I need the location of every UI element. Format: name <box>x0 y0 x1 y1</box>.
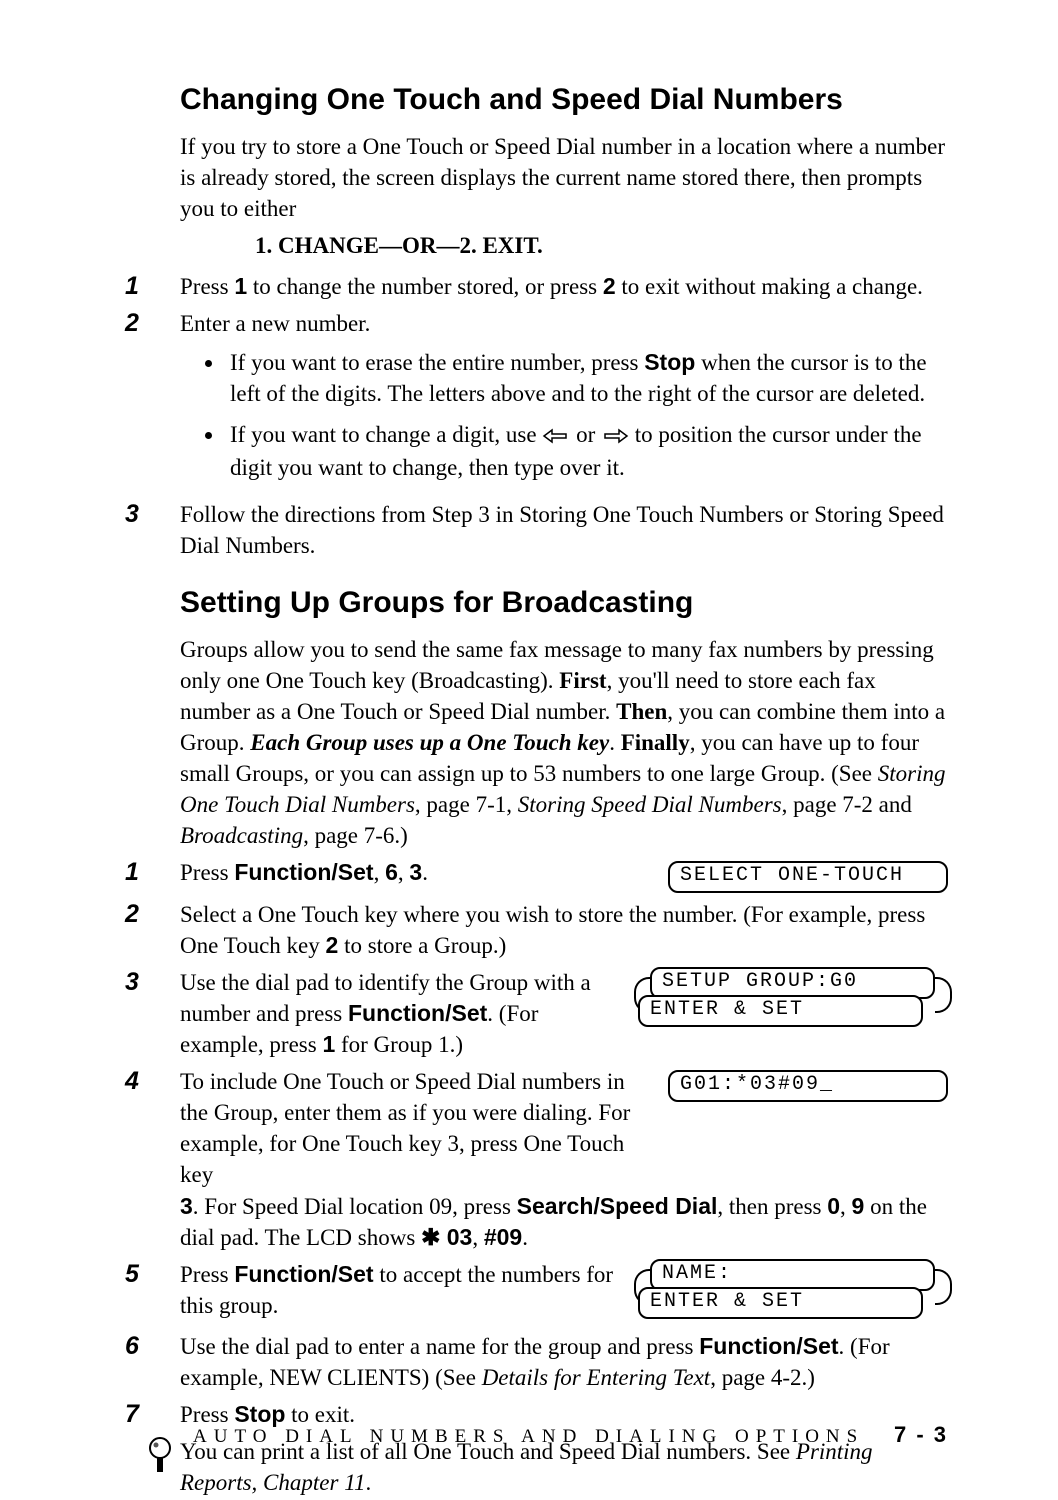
step-number: 2 <box>125 899 180 929</box>
right-arrow-icon <box>601 421 629 452</box>
step-body: To include One Touch or Speed Dial numbe… <box>180 1066 948 1252</box>
step-number: 3 <box>125 967 180 997</box>
steps-list-2: 1 Press Function/Set, 6, 3. SELECT ONE-T… <box>125 857 948 1430</box>
heading-changing: Changing One Touch and Speed Dial Number… <box>180 80 948 121</box>
lcd-stack: SETUP GROUP:G0 ENTER & SET <box>638 967 948 1033</box>
lcd-display: ENTER & SET <box>638 995 923 1027</box>
step-body: Follow the directions from Step 3 in Sto… <box>180 499 948 561</box>
step-number: 1 <box>125 857 180 887</box>
step-body: Press 1 to change the number stored, or … <box>180 271 948 302</box>
steps-list-1: 1 Press 1 to change the number stored, o… <box>125 271 948 562</box>
step-body: Enter a new number. If you want to erase… <box>180 308 948 493</box>
step-number: 4 <box>125 1066 180 1096</box>
step-body: Select a One Touch key where you wish to… <box>180 899 948 961</box>
step-number: 3 <box>125 499 180 529</box>
lcd-display: G01:*03#09_ <box>668 1070 948 1102</box>
step-body: Press Function/Set to accept the numbers… <box>180 1259 948 1325</box>
prompt-options: 1. CHANGE—OR—2. EXIT. <box>255 230 948 261</box>
sub-bullets: If you want to erase the entire number, … <box>225 347 948 483</box>
left-arrow-icon <box>542 421 570 452</box>
lcd-display: SELECT ONE-TOUCH <box>668 861 948 893</box>
lcd-stack: NAME: ENTER & SET <box>638 1259 948 1325</box>
step-body: Press Function/Set, 6, 3. SELECT ONE-TOU… <box>180 857 948 893</box>
lcd-display: ENTER & SET <box>638 1287 923 1319</box>
step-body: Use the dial pad to identify the Group w… <box>180 967 948 1060</box>
footer-title: AUTO DIAL NUMBERS AND DIALING OPTIONS <box>193 1426 864 1447</box>
step-number: 1 <box>125 271 180 301</box>
lcd-display: NAME: <box>650 1259 935 1291</box>
step-number: 6 <box>125 1331 180 1361</box>
page-footer: AUTO DIAL NUMBERS AND DIALING OPTIONS 7 … <box>193 1420 948 1450</box>
page-number: 7 - 3 <box>894 1422 948 1447</box>
intro-text-2: Groups allow you to send the same fax me… <box>180 634 948 851</box>
intro-text-1: If you try to store a One Touch or Speed… <box>180 131 948 224</box>
bracket-icon <box>935 977 952 1013</box>
step-number: 7 <box>125 1399 180 1429</box>
step-body: Use the dial pad to enter a name for the… <box>180 1331 948 1393</box>
heading-groups: Setting Up Groups for Broadcasting <box>180 583 948 624</box>
step-number: 2 <box>125 308 180 338</box>
manual-page: Changing One Touch and Speed Dial Number… <box>0 0 1058 1500</box>
bracket-icon <box>935 1269 952 1305</box>
lightbulb-icon <box>140 1436 180 1476</box>
step-number: 5 <box>125 1259 180 1289</box>
